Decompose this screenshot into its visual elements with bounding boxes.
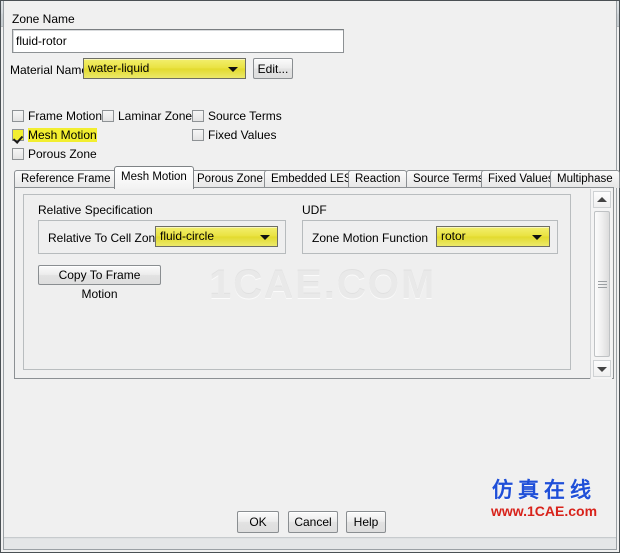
fluid-dialog-window: Fluid x Zone Name Material Name water-li…: [0, 0, 620, 553]
cancel-button[interactable]: Cancel: [288, 511, 338, 533]
grip-line: [598, 281, 607, 282]
checkbox-label-mesh-motion: Mesh Motion: [28, 128, 97, 142]
checkbox-label-laminar-zone: Laminar Zone: [118, 109, 193, 123]
tab-porous-zone[interactable]: Porous Zone: [190, 170, 270, 188]
scroll-up-button[interactable]: [593, 191, 611, 208]
zone-motion-function-value: rotor: [441, 229, 466, 243]
udf-group-label: UDF: [302, 203, 327, 217]
zone-motion-function-label: Zone Motion Function: [312, 231, 429, 245]
mesh-motion-panel-content: Relative Specification Relative To Cell …: [23, 194, 571, 370]
dialog-body: Zone Name Material Name water-liquid Edi…: [3, 1, 620, 550]
relative-to-cell-zone-value: fluid-circle: [160, 229, 215, 243]
chevron-down-icon: [532, 234, 542, 240]
tab-multiphase[interactable]: Multiphase: [550, 170, 620, 188]
help-button[interactable]: Help: [346, 511, 386, 533]
tab-source-terms[interactable]: Source Terms: [406, 170, 491, 188]
checkbox-box-laminar-zone: [102, 110, 114, 122]
grip-line: [598, 287, 607, 288]
relative-to-cell-zone-label: Relative To Cell Zone: [48, 231, 162, 245]
tab-embedded-les[interactable]: Embedded LES: [264, 170, 359, 188]
mesh-motion-panel: Relative Specification Relative To Cell …: [14, 187, 614, 379]
watermark-cn-text: 仿真在线: [492, 478, 596, 502]
copy-to-frame-motion-button[interactable]: Copy To Frame Motion: [38, 265, 161, 301]
checkbox-label-fixed-values: Fixed Values: [208, 128, 277, 142]
checkbox-box-source-terms: [192, 110, 204, 122]
material-name-label: Material Name: [10, 63, 89, 77]
material-name-combo[interactable]: water-liquid: [83, 58, 246, 79]
dialog-button-bar: OK Cancel Help: [4, 511, 616, 535]
panel-vertical-scrollbar[interactable]: [590, 189, 612, 379]
material-edit-button[interactable]: Edit...: [253, 58, 293, 79]
status-bar: [4, 539, 616, 549]
checkbox-box-porous-zone: [12, 148, 24, 160]
tab-strip: Reference Frame Mesh Motion Porous Zone …: [14, 166, 620, 189]
tab-reaction[interactable]: Reaction: [348, 170, 408, 188]
chevron-down-icon: [260, 234, 270, 240]
checkbox-box-mesh-motion: [12, 129, 24, 141]
checkbox-box-fixed-values: [192, 129, 204, 141]
checkbox-label-source-terms: Source Terms: [208, 109, 282, 123]
scroll-down-button[interactable]: [593, 360, 611, 377]
relative-specification-group-label: Relative Specification: [38, 203, 153, 217]
chevron-down-icon: [228, 66, 238, 72]
triangle-down-icon: [597, 366, 607, 372]
tab-mesh-motion[interactable]: Mesh Motion: [114, 166, 194, 189]
tab-fixed-values[interactable]: Fixed Values: [481, 170, 561, 188]
checkbox-box-frame-motion: [12, 110, 24, 122]
zone-name-label: Zone Name: [12, 12, 75, 26]
relative-to-cell-zone-combo[interactable]: fluid-circle: [155, 226, 278, 247]
grip-line: [598, 284, 607, 285]
triangle-up-icon: [597, 196, 607, 202]
ok-button[interactable]: OK: [237, 511, 279, 533]
tab-reference-frame[interactable]: Reference Frame: [14, 170, 118, 188]
checkbox-label-porous-zone: Porous Zone: [28, 147, 97, 161]
scrollbar-thumb[interactable]: [594, 211, 610, 357]
zone-name-input[interactable]: [12, 29, 344, 53]
material-name-value: water-liquid: [88, 61, 150, 75]
zone-motion-function-combo[interactable]: rotor: [436, 226, 550, 247]
checkbox-label-frame-motion: Frame Motion: [28, 109, 103, 123]
